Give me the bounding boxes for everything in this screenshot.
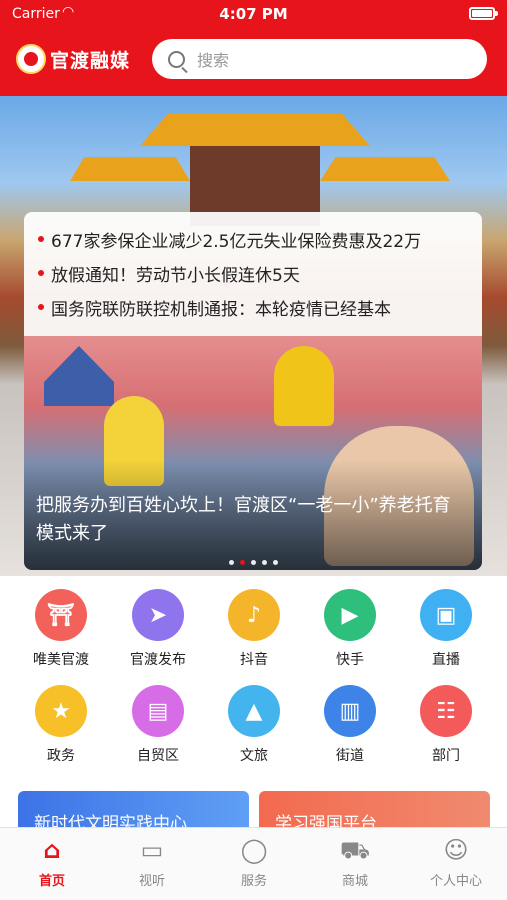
search-placeholder: 搜索 <box>197 51 230 70</box>
banner-temple-roof-left <box>70 157 190 181</box>
shortcut-label: 政务 <box>47 748 75 764</box>
status-bar: Carrier ◠ 4:07 PM <box>0 0 507 30</box>
carousel-dot-active[interactable] <box>239 560 245 565</box>
shortcut-label: 唯美官渡 <box>33 652 89 668</box>
news-title: 国务院联防联控机制通报：本轮疫情已经基本 <box>51 299 391 320</box>
featured-story-caption: 把服务办到百姓心坎上！官渡区“一老一小”养老托育模式来了 <box>36 495 451 544</box>
news-item[interactable]: 放假通知！劳动节小长假连休5天 <box>38 256 482 290</box>
shortcut-label: 街道 <box>336 748 364 764</box>
star-badge-icon: ★ <box>35 685 87 737</box>
news-ticker: 677家参保企业减少2.5亿元失业保险费惠及22万 放假通知！劳动节小长假连休5… <box>24 212 482 338</box>
shortcut-label: 快手 <box>336 652 364 668</box>
tv-icon: ▭ <box>140 836 164 864</box>
banner[interactable]: 677家参保企业减少2.5亿元失业保险费惠及22万 放假通知！劳动节小长假连休5… <box>0 96 507 576</box>
news-item[interactable]: 国务院联防联控机制通报：本轮疫情已经基本 <box>38 290 482 324</box>
logo-text: 官渡融媒 <box>50 49 131 72</box>
tab-label: 商城 <box>341 874 368 889</box>
carousel-dot[interactable] <box>228 560 234 565</box>
promo-xuexi-qiangguo[interactable]: 学习强国平台 <box>259 791 490 831</box>
search-input[interactable]: 搜索 <box>152 39 487 79</box>
tab-label: 首页 <box>38 874 65 889</box>
bullet-icon <box>38 304 44 310</box>
featured-story-card[interactable]: 把服务办到百姓心坎上！官渡区“一老一小”养老托育模式来了 <box>24 336 482 570</box>
people-icon: ☷ <box>420 685 472 737</box>
photo-adult <box>274 346 334 426</box>
tv-live-icon: ▣ <box>420 589 472 641</box>
shortcut-douyin[interactable]: ♪ 抖音 <box>209 589 299 669</box>
logo-emblem-icon <box>16 44 46 74</box>
shortcut-free-trade-zone[interactable]: ▤ 自贸区 <box>113 685 203 765</box>
shortcut-label: 直播 <box>432 652 460 668</box>
header-background: Carrier ◠ 4:07 PM 官渡融媒 搜索 <box>0 0 507 96</box>
tab-label: 视听 <box>138 874 165 889</box>
photo-play-house <box>44 346 114 406</box>
tab-home[interactable]: ⌂ 首页 <box>7 834 97 889</box>
shortcut-label: 自贸区 <box>137 748 179 764</box>
paper-plane-icon: ➤ <box>132 589 184 641</box>
shortcut-government[interactable]: ★ 政务 <box>16 685 106 765</box>
bullet-icon <box>38 270 44 276</box>
chat-icon: ◯ <box>240 836 268 864</box>
douyin-icon: ♪ <box>228 589 280 641</box>
temple-icon: ⛩ <box>35 589 87 641</box>
tab-profile[interactable]: ☺ 个人中心 <box>411 834 501 889</box>
news-item[interactable]: 677家参保企业减少2.5亿元失业保险费惠及22万 <box>38 222 482 256</box>
clock: 4:07 PM <box>219 5 288 23</box>
tab-label: 服务 <box>240 874 267 889</box>
shortcut-label: 部门 <box>432 748 460 764</box>
home-icon: ⌂ <box>43 836 61 864</box>
tab-label: 个人中心 <box>429 874 482 889</box>
carousel-dot[interactable] <box>250 560 256 565</box>
landscape-icon: ▲ <box>228 685 280 737</box>
promo-civilization-center[interactable]: 新时代文明实践中心 <box>18 791 249 831</box>
search-icon <box>168 50 185 68</box>
shortcut-label: 抖音 <box>240 652 268 668</box>
news-title: 677家参保企业减少2.5亿元失业保险费惠及22万 <box>51 231 422 252</box>
banner-temple-roof-right <box>320 157 450 181</box>
carousel-indicator <box>24 560 482 565</box>
bottom-tab-bar: ⌂ 首页 ▭ 视听 ◯ 服务 ⛟ 商城 ☺ 个人中心 <box>0 827 507 900</box>
briefcase-icon: ▤ <box>132 685 184 737</box>
bullet-icon <box>38 236 44 242</box>
carousel-dot[interactable] <box>261 560 267 565</box>
user-icon: ☺ <box>443 836 469 864</box>
shortcut-departments[interactable]: ☷ 部门 <box>401 685 491 765</box>
kuaishou-icon: ▶ <box>324 589 376 641</box>
shortcut-guandu-release[interactable]: ➤ 官渡发布 <box>113 589 203 669</box>
news-title: 放假通知！劳动节小长假连休5天 <box>51 265 300 286</box>
shortcut-weimei-guandu[interactable]: ⛩ 唯美官渡 <box>16 589 106 669</box>
battery-icon <box>469 7 498 20</box>
shortcut-kuaishou[interactable]: ▶ 快手 <box>305 589 395 669</box>
tab-video[interactable]: ▭ 视听 <box>107 834 197 889</box>
tab-services[interactable]: ◯ 服务 <box>209 834 299 889</box>
app-logo[interactable]: 官渡融媒 <box>16 42 130 76</box>
cart-icon: ⛟ <box>339 836 371 864</box>
shortcut-live[interactable]: ▣ 直播 <box>401 589 491 669</box>
shortcut-culture-tourism[interactable]: ▲ 文旅 <box>209 685 299 765</box>
shortcut-label: 官渡发布 <box>130 652 186 668</box>
building-location-icon: ▥ <box>324 685 376 737</box>
carousel-dot[interactable] <box>272 560 278 565</box>
tab-mall[interactable]: ⛟ 商城 <box>310 834 400 889</box>
shortcut-label: 文旅 <box>240 748 268 764</box>
banner-temple-roof <box>140 114 370 146</box>
shortcut-streets[interactable]: ▥ 街道 <box>305 685 395 765</box>
